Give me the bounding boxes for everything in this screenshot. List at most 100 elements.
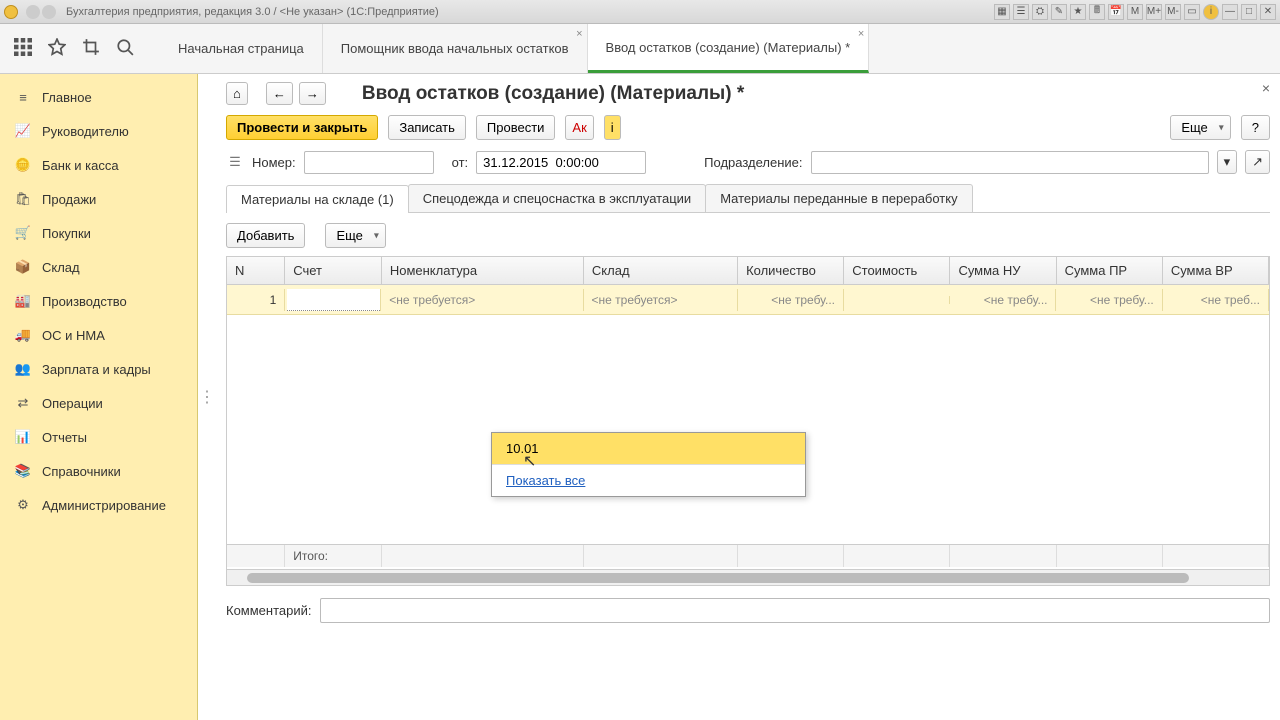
back-button[interactable]: ← xyxy=(266,82,293,105)
coin-icon: 🪙 xyxy=(14,156,32,174)
sidebar-item-operations[interactable]: ⇄Операции xyxy=(0,386,197,420)
dropdown-option[interactable]: 10.01 xyxy=(492,433,805,464)
toolbar-icon[interactable]: M+ xyxy=(1146,4,1162,20)
comment-input[interactable] xyxy=(320,598,1271,623)
sidebar-item-label: Продажи xyxy=(42,192,96,207)
add-row-button[interactable]: Добавить xyxy=(226,223,305,248)
col-sum-nu[interactable]: Сумма НУ xyxy=(950,257,1056,284)
sidebar-item-reports[interactable]: 📊 Отчеты xyxy=(0,420,197,454)
toolbar-icon[interactable]: ▭ xyxy=(1184,4,1200,20)
sidebar-item-purchases[interactable]: 🛒 Покупки xyxy=(0,216,197,250)
col-sum-pr[interactable]: Сумма ПР xyxy=(1057,257,1163,284)
toolbar-icon[interactable]: M- xyxy=(1165,4,1181,20)
open-icon[interactable]: ↗ xyxy=(1245,150,1270,174)
bars-icon: 📊 xyxy=(14,428,32,446)
search-icon[interactable] xyxy=(116,38,134,59)
post-button[interactable]: Провести xyxy=(476,115,556,140)
col-nomenclature[interactable]: Номенклатура xyxy=(382,257,584,284)
grid-footer: Итого: xyxy=(227,544,1269,567)
show-all-link[interactable]: Показать все xyxy=(492,464,805,496)
cell-qty[interactable]: <не требу... xyxy=(738,289,844,311)
sidebar-item-label: Отчеты xyxy=(42,430,87,445)
apps-icon[interactable] xyxy=(14,38,32,59)
department-label: Подразделение: xyxy=(704,155,802,170)
info-button[interactable]: i xyxy=(604,115,621,140)
cell-nu[interactable]: <не требу... xyxy=(950,289,1056,311)
tab-start-page[interactable]: Начальная страница xyxy=(160,24,323,73)
cart-icon: 🛒 xyxy=(14,224,32,242)
toolbar-icon[interactable]: M xyxy=(1127,4,1143,20)
col-cost[interactable]: Стоимость xyxy=(844,257,950,284)
toolbar-icon[interactable]: ▦ xyxy=(994,4,1010,20)
horizontal-scrollbar[interactable] xyxy=(227,569,1269,585)
sidebar-item-admin[interactable]: ⚙Администрирование xyxy=(0,488,197,522)
cell-nomenclature[interactable]: <не требуется> xyxy=(381,289,583,311)
col-qty[interactable]: Количество xyxy=(738,257,844,284)
sidebar-item-manager[interactable]: 📈Руководителю xyxy=(0,114,197,148)
sidebar-item-refs[interactable]: 📚Справочники xyxy=(0,454,197,488)
toolbar-icon[interactable]: 📅 xyxy=(1108,4,1124,20)
sidebar-item-production[interactable]: 🏭Производство xyxy=(0,284,197,318)
forward-button[interactable]: → xyxy=(299,82,326,105)
nav-fwd-icon[interactable] xyxy=(42,5,56,19)
close-icon[interactable]: × xyxy=(858,28,864,40)
toolbar-icon[interactable]: ☰ xyxy=(1013,4,1029,20)
maximize-button[interactable]: □ xyxy=(1241,4,1257,20)
tab-assistant[interactable]: Помощник ввода начальных остатков × xyxy=(323,24,588,73)
date-label: от: xyxy=(452,155,469,170)
factory-icon: 🏭 xyxy=(14,292,32,310)
col-warehouse[interactable]: Склад xyxy=(584,257,738,284)
sidebar-item-bank[interactable]: 🪙Банк и касса xyxy=(0,148,197,182)
toolbar-icon[interactable]: ⛭ xyxy=(1032,4,1048,20)
star-icon[interactable] xyxy=(48,38,66,59)
date-input[interactable] xyxy=(476,151,646,174)
minimize-button[interactable]: — xyxy=(1222,4,1238,20)
tab-label: Начальная страница xyxy=(178,41,304,56)
tab-label: Помощник ввода начальных остатков xyxy=(341,41,569,56)
sidebar-item-sales[interactable]: 🛍Продажи xyxy=(0,182,197,216)
toolbar-icon[interactable]: 🖩 xyxy=(1089,4,1105,20)
tab-materials-warehouse[interactable]: Материалы на складе (1) xyxy=(226,185,409,213)
cell-pr[interactable]: <не требу... xyxy=(1056,289,1162,311)
col-n[interactable]: N xyxy=(227,257,285,284)
close-button[interactable]: ✕ xyxy=(1260,4,1276,20)
tab-workwear[interactable]: Спецодежда и спецоснастка в эксплуатации xyxy=(408,184,706,212)
table-row[interactable]: 1 ▾ ↗ <не требуется> <не требуется> <не … xyxy=(227,285,1269,315)
dtkt-button[interactable]: Ак xyxy=(565,115,593,140)
cell-cost[interactable] xyxy=(844,296,950,304)
sidebar-item-main[interactable]: ≡Главное xyxy=(0,80,197,114)
cell-vr[interactable]: <не треб... xyxy=(1163,289,1269,311)
cell-warehouse[interactable]: <не требуется> xyxy=(584,289,738,311)
help-button[interactable]: ? xyxy=(1241,115,1270,140)
dropdown-icon[interactable]: ▾ xyxy=(1217,150,1238,174)
col-account[interactable]: Счет xyxy=(285,257,382,284)
truck-icon: 🚚 xyxy=(14,326,32,344)
home-button[interactable]: ⌂ xyxy=(226,82,248,105)
sidebar-item-label: Склад xyxy=(42,260,80,275)
sidebar-item-warehouse[interactable]: 📦Склад xyxy=(0,250,197,284)
cell-account[interactable]: ▾ ↗ xyxy=(285,289,381,311)
sidebar-collapse[interactable]: ⋮ xyxy=(198,74,216,720)
tab-document[interactable]: Ввод остатков (создание) (Материалы) * × xyxy=(588,24,870,73)
nav-back-icon[interactable] xyxy=(26,5,40,19)
account-input[interactable] xyxy=(287,289,381,311)
close-icon[interactable]: × xyxy=(576,28,582,40)
department-input[interactable] xyxy=(811,151,1209,174)
write-button[interactable]: Записать xyxy=(388,115,466,140)
sidebar-item-hr[interactable]: 👥Зарплата и кадры xyxy=(0,352,197,386)
more-button[interactable]: Еще xyxy=(1170,115,1230,140)
sidebar-item-label: Справочники xyxy=(42,464,121,479)
list-icon[interactable]: ☰ xyxy=(226,153,244,171)
tab-processing[interactable]: Материалы переданные в переработку xyxy=(705,184,972,212)
crop-icon[interactable] xyxy=(82,38,100,59)
toolbar-icon[interactable]: ★ xyxy=(1070,4,1086,20)
grid-more-button[interactable]: Еще xyxy=(325,223,385,248)
toolbar-icon[interactable]: ✎ xyxy=(1051,4,1067,20)
sidebar-item-assets[interactable]: 🚚ОС и НМА xyxy=(0,318,197,352)
number-input[interactable] xyxy=(304,151,434,174)
col-sum-vr[interactable]: Сумма ВР xyxy=(1163,257,1269,284)
sidebar-item-label: Покупки xyxy=(42,226,91,241)
doc-close-button[interactable]: × xyxy=(1262,80,1270,96)
help-icon[interactable]: i xyxy=(1203,4,1219,20)
post-and-close-button[interactable]: Провести и закрыть xyxy=(226,115,378,140)
